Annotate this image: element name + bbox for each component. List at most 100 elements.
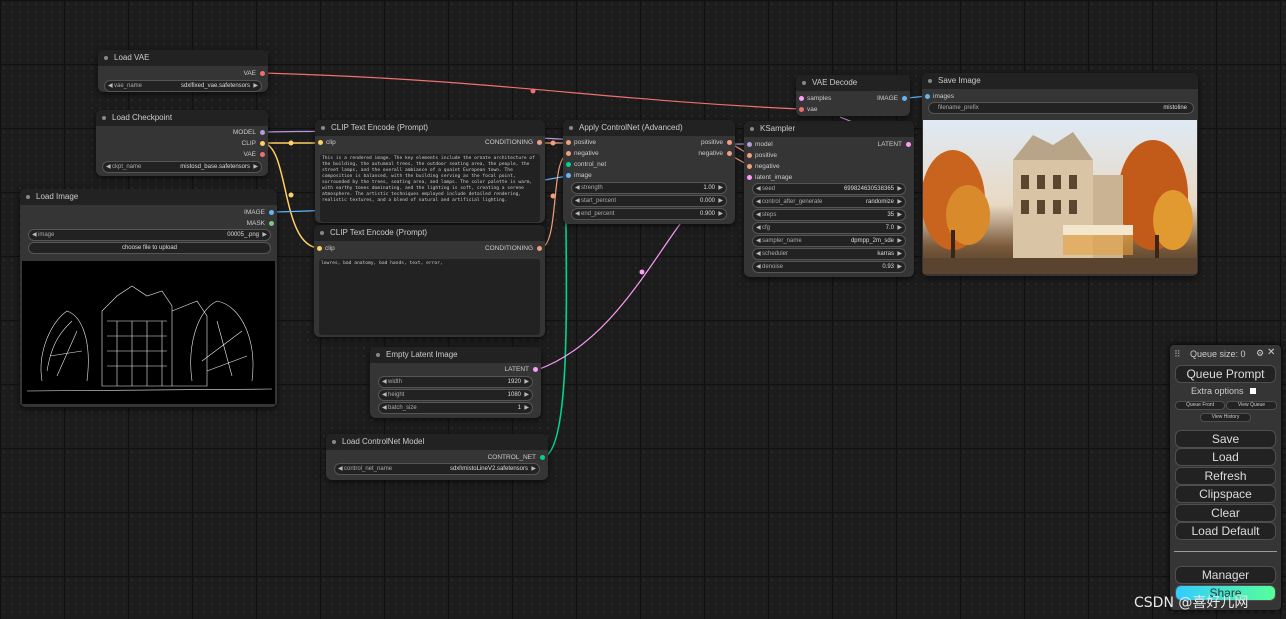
prompt-textarea[interactable]: lowres, bad anatomy, bad hands, text, er… — [319, 259, 540, 335]
output-control-net[interactable]: CONTROL_NET — [488, 453, 536, 462]
output-model-dot[interactable] — [260, 130, 265, 135]
input-samples[interactable]: samples — [807, 94, 831, 103]
input-latent-dot[interactable] — [747, 175, 752, 180]
output-latent-dot[interactable] — [906, 142, 911, 147]
input-vae[interactable]: vae — [807, 105, 817, 114]
widget-height[interactable]: ◀ height 1080 ▶ — [378, 389, 533, 401]
output-conditioning-dot[interactable] — [537, 140, 542, 145]
view-queue-button[interactable]: View Queue — [1226, 401, 1277, 410]
node-apply-controlnet[interactable]: Apply ControlNet (Advanced) positive neg… — [563, 120, 735, 224]
node-title[interactable]: Load ControlNet Model — [326, 434, 548, 450]
output-positive-dot[interactable] — [727, 140, 732, 145]
node-title[interactable]: Save Image — [922, 73, 1198, 89]
input-positive[interactable]: positive — [574, 138, 596, 147]
input-positive[interactable]: positive — [755, 151, 777, 160]
input-images-dot[interactable] — [925, 94, 930, 99]
input-control-net[interactable]: control_net — [574, 160, 606, 169]
widget-start-percent[interactable]: ◀ start_percent 0.000 ▶ — [571, 195, 727, 207]
node-load-image[interactable]: Load Image IMAGE MASK ◀ image 00005_.png ▶ … — [20, 189, 277, 407]
input-clip[interactable]: clip — [325, 244, 335, 253]
node-load-controlnet-model[interactable]: Load ControlNet Model CONTROL_NET ◀ contr… — [326, 434, 548, 480]
input-clip-dot[interactable] — [317, 246, 322, 251]
input-positive-dot[interactable] — [747, 153, 752, 158]
output-conditioning[interactable]: CONDITIONING — [485, 244, 533, 253]
node-title[interactable]: Load Checkpoint — [96, 110, 268, 126]
refresh-button[interactable]: Refresh — [1175, 467, 1276, 485]
node-empty-latent-image[interactable]: Empty Latent Image LATENT ◀ width 1920 ▶ ◀ h… — [370, 347, 541, 418]
input-image-dot[interactable] — [566, 173, 571, 178]
widget-width[interactable]: ◀ width 1920 ▶ — [378, 376, 533, 388]
input-images[interactable]: images — [933, 92, 954, 101]
output-negative-dot[interactable] — [727, 151, 732, 156]
output-latent-dot[interactable] — [533, 367, 538, 372]
input-latent-image[interactable]: latent_image — [755, 173, 792, 182]
output-vae-dot[interactable] — [260, 71, 265, 76]
node-ksampler[interactable]: KSampler model positive negative latent_… — [744, 121, 914, 277]
input-model[interactable]: model — [755, 140, 773, 149]
input-samples-dot[interactable] — [799, 96, 804, 101]
node-load-checkpoint[interactable]: Load Checkpoint MODEL CLIP VAE ◀ ckpt_nam… — [96, 110, 268, 176]
input-clip[interactable]: clip — [326, 138, 336, 147]
close-icon[interactable]: ✕ — [1267, 347, 1275, 358]
node-save-image[interactable]: Save Image images filename_prefix mistoli… — [922, 73, 1198, 276]
queue-prompt-button[interactable]: Queue Prompt — [1175, 365, 1276, 383]
widget-vae-name[interactable]: ◀ vae_name sdxlfixed_vae.safetensors ▶ — [104, 80, 262, 92]
output-control-net-dot[interactable] — [540, 455, 545, 460]
widget-sampler-name[interactable]: ◀ sampler_name dpmpp_2m_sde ▶ — [752, 235, 906, 247]
output-conditioning[interactable]: CONDITIONING — [485, 138, 533, 147]
input-model-dot[interactable] — [747, 142, 752, 147]
node-title[interactable]: Empty Latent Image — [370, 347, 541, 363]
prompt-textarea[interactable]: This is a rendered image. The key elemen… — [320, 154, 540, 222]
output-negative[interactable]: negative — [698, 149, 723, 158]
output-mask-dot[interactable] — [269, 221, 274, 226]
widget-filename-prefix[interactable]: filename_prefix mistoline — [928, 102, 1194, 114]
output-vae[interactable]: VAE — [243, 69, 256, 78]
queue-front-button[interactable]: Queue Front — [1175, 401, 1225, 410]
extra-options-checkbox[interactable] — [1250, 388, 1256, 394]
input-positive-dot[interactable] — [566, 140, 571, 145]
widget-image[interactable]: ◀ image 00005_.png ▶ — [28, 229, 271, 241]
output-image[interactable]: IMAGE — [244, 208, 265, 217]
output-image-dot[interactable] — [902, 96, 907, 101]
gear-icon[interactable]: ⚙ — [1256, 348, 1264, 359]
widget-steps[interactable]: ◀ steps 35 ▶ — [752, 209, 906, 221]
output-mask[interactable]: MASK — [247, 219, 265, 228]
upload-button[interactable]: choose file to upload — [28, 242, 271, 254]
output-model[interactable]: MODEL — [233, 128, 256, 137]
output-conditioning-dot[interactable] — [537, 246, 542, 251]
output-clip-dot[interactable] — [260, 141, 265, 146]
node-title[interactable]: CLIP Text Encode (Prompt) — [315, 120, 545, 136]
output-latent[interactable]: LATENT — [878, 140, 902, 149]
manager-button[interactable]: Manager — [1175, 566, 1276, 584]
clear-button[interactable]: Clear — [1175, 504, 1276, 522]
input-clip-dot[interactable] — [318, 140, 323, 145]
node-title[interactable]: CLIP Text Encode (Prompt) — [314, 225, 545, 241]
load-default-button[interactable]: Load Default — [1175, 522, 1276, 540]
node-title[interactable]: VAE Decode — [796, 75, 910, 91]
node-title[interactable]: Load Image — [20, 189, 277, 205]
input-negative-dot[interactable] — [747, 164, 752, 169]
widget-cfg[interactable]: ◀ cfg 7.0 ▶ — [752, 222, 906, 234]
node-clip-text-encode-positive[interactable]: CLIP Text Encode (Prompt) clip CONDITION… — [315, 120, 545, 223]
widget-control-after-generate[interactable]: ◀ control_after_generate randomize ▶ — [752, 196, 906, 208]
node-title[interactable]: Apply ControlNet (Advanced) — [563, 120, 735, 136]
output-clip[interactable]: CLIP — [242, 139, 256, 148]
input-negative-dot[interactable] — [566, 151, 571, 156]
output-positive[interactable]: positive — [701, 138, 723, 147]
widget-control-net-name[interactable]: ◀ control_net_name sdxl\mistoLineV2.safete… — [334, 463, 540, 475]
input-vae-dot[interactable] — [799, 107, 804, 112]
widget-denoise[interactable]: ◀ denoise 0.93 ▶ — [752, 261, 906, 273]
input-negative[interactable]: negative — [574, 149, 599, 158]
drag-handle-icon[interactable]: ⠿ — [1174, 349, 1181, 360]
output-latent[interactable]: LATENT — [505, 365, 529, 374]
input-negative[interactable]: negative — [755, 162, 780, 171]
output-image-dot[interactable] — [269, 210, 274, 215]
node-clip-text-encode-negative[interactable]: CLIP Text Encode (Prompt) clip CONDITION… — [314, 225, 545, 337]
input-image[interactable]: image — [574, 171, 592, 180]
widget-seed[interactable]: ◀ seed 699824630538365 ▶ — [752, 183, 906, 195]
node-title[interactable]: Load VAE — [98, 50, 268, 66]
input-control-net-dot[interactable] — [566, 162, 571, 167]
load-button[interactable]: Load — [1175, 448, 1276, 466]
output-vae[interactable]: VAE — [243, 150, 256, 159]
output-image[interactable]: IMAGE — [877, 94, 898, 103]
